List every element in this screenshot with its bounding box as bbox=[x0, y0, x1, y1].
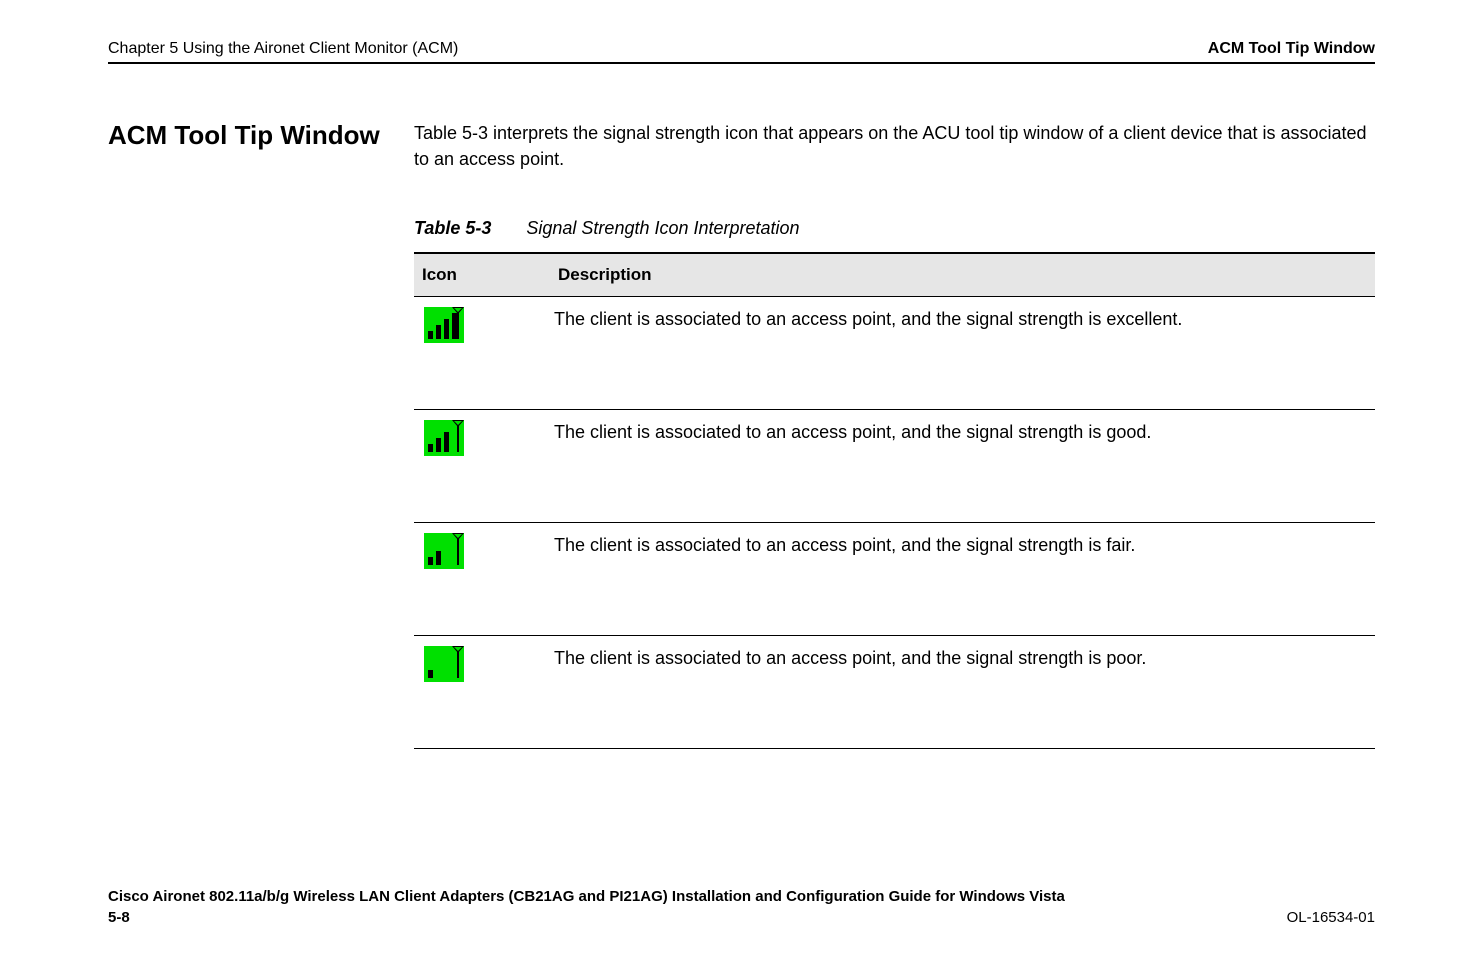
table-caption-label: Table 5-3 bbox=[414, 218, 491, 238]
signal-table: Icon Description The client is associate… bbox=[414, 252, 1375, 749]
table-row: The client is associated to an access po… bbox=[414, 297, 1375, 410]
footer-page-number: 5-8 bbox=[108, 909, 1065, 926]
footer-doc-title: Cisco Aironet 802.11a/b/g Wireless LAN C… bbox=[108, 888, 1065, 905]
intro-paragraph: Table 5-3 interprets the signal strength… bbox=[414, 120, 1375, 172]
header-rule bbox=[108, 62, 1375, 64]
desc-cell: The client is associated to an access po… bbox=[554, 307, 1375, 399]
page: Chapter 5 Using the Aironet Client Monit… bbox=[0, 0, 1475, 954]
signal-1-bar-icon bbox=[424, 646, 464, 682]
header-section: ACM Tool Tip Window bbox=[1208, 40, 1375, 58]
header-desc-col: Description bbox=[552, 265, 1375, 285]
header-chapter: Chapter 5 Using the Aironet Client Monit… bbox=[108, 40, 458, 58]
signal-2-bars-icon bbox=[424, 533, 464, 569]
icon-cell bbox=[414, 646, 554, 738]
table-header-row: Icon Description bbox=[414, 254, 1375, 297]
icon-cell bbox=[414, 420, 554, 512]
signal-3-bars-icon bbox=[424, 420, 464, 456]
desc-cell: The client is associated to an access po… bbox=[554, 646, 1375, 738]
signal-4-bars-icon bbox=[424, 307, 464, 343]
footer: Cisco Aironet 802.11a/b/g Wireless LAN C… bbox=[108, 888, 1375, 926]
header-icon-col: Icon bbox=[414, 265, 552, 285]
desc-cell: The client is associated to an access po… bbox=[554, 420, 1375, 512]
table-row: The client is associated to an access po… bbox=[414, 636, 1375, 749]
desc-cell: The client is associated to an access po… bbox=[554, 533, 1375, 625]
footer-doc-id: OL-16534-01 bbox=[1287, 909, 1375, 926]
icon-cell bbox=[414, 307, 554, 399]
section-heading: ACM Tool Tip Window bbox=[108, 120, 380, 151]
table-row: The client is associated to an access po… bbox=[414, 410, 1375, 523]
running-header: Chapter 5 Using the Aironet Client Monit… bbox=[108, 30, 1375, 58]
table-caption: Table 5-3 Signal Strength Icon Interpret… bbox=[414, 218, 800, 239]
icon-cell bbox=[414, 533, 554, 625]
table-row: The client is associated to an access po… bbox=[414, 523, 1375, 636]
table-caption-text: Signal Strength Icon Interpretation bbox=[526, 218, 799, 238]
